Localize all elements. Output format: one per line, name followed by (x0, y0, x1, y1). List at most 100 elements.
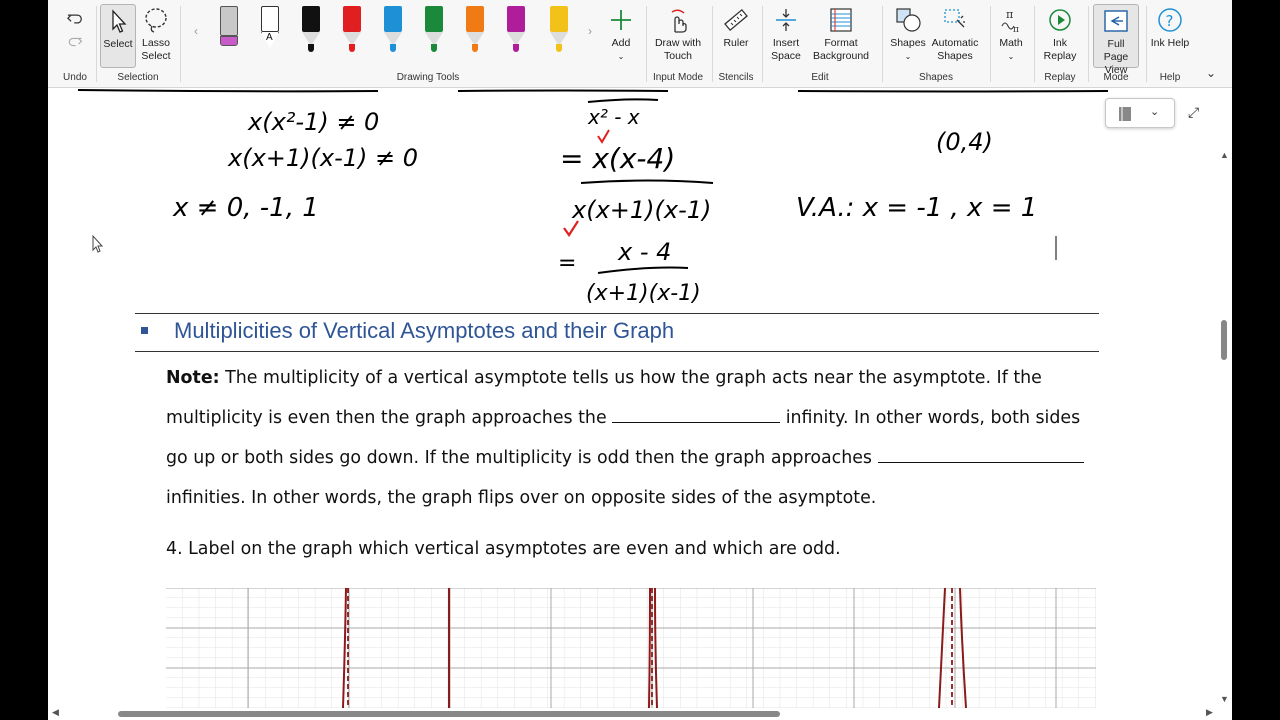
draw-with-touch-button[interactable]: Draw with Touch (650, 4, 706, 63)
select-button[interactable]: Select (100, 4, 136, 68)
orange-pen-tool[interactable] (464, 6, 486, 52)
add-pen-button[interactable]: Add ⌄ (604, 4, 638, 63)
chevron-down-icon: ⌄ (1150, 106, 1160, 118)
asymptote-graph[interactable] (166, 588, 1096, 708)
shapes-button[interactable]: Shapes ⌄ (888, 4, 928, 63)
pens-scroll-right-icon[interactable]: › (588, 24, 592, 38)
ink-hole-point: (0,4) (936, 128, 993, 156)
insert-space-button[interactable]: Insert Space (766, 4, 806, 63)
shapes-label: Shapes (890, 37, 926, 49)
divider (990, 6, 991, 82)
replay-icon (1049, 9, 1071, 31)
ruler-button[interactable]: Ruler (716, 4, 756, 50)
group-label-shapes: Shapes (919, 72, 953, 83)
math-button[interactable]: ππ Math ⌄ (994, 4, 1028, 63)
group-label-undo: Undo (63, 72, 87, 83)
redo-button[interactable] (62, 30, 88, 55)
svg-text:π: π (1006, 8, 1013, 21)
ink-help-label: Ink Help (1150, 37, 1190, 49)
draw-ribbon: Undo Select Lasso Select Selection ‹ A ›… (48, 0, 1232, 88)
vertical-scrollbar[interactable] (1216, 150, 1232, 710)
scroll-right-icon[interactable]: ▶ (1206, 707, 1213, 718)
ink-factor-line-1: x(x²-1) ≠ 0 (247, 108, 379, 136)
group-label-stencils: Stencils (718, 72, 754, 83)
ink-help-button[interactable]: ? Ink Help (1150, 4, 1190, 50)
math-label: Math (999, 37, 1023, 49)
format-background-label: Format Background (812, 37, 870, 62)
note-line-1: The multiplicity of a vertical asymptote… (219, 368, 1042, 388)
divider (1034, 6, 1035, 82)
divider (882, 6, 883, 82)
black-pen-tool[interactable] (300, 6, 322, 52)
green-pen-tool[interactable] (423, 6, 445, 52)
scroll-up-icon[interactable]: ▲ (1220, 150, 1229, 160)
collapse-ribbon-icon[interactable]: ⌄ (1206, 66, 1216, 80)
chevron-down-icon: ⌄ (1007, 52, 1015, 61)
eraser-tool[interactable] (218, 6, 240, 52)
red-check-mark (597, 129, 610, 144)
expand-icon[interactable]: ⤢ (1188, 104, 1199, 121)
red-check-mark (563, 220, 579, 237)
ruler-label: Ruler (723, 37, 749, 49)
window-frame-left (0, 0, 48, 720)
ink-denominator-top: x² - x (587, 105, 640, 129)
divider (96, 6, 97, 82)
handwritten-ink: x(x²-1) ≠ 0 x(x+1)(x-1) ≠ 0 x ≠ 0, -1, 1… (77, 89, 1109, 306)
svg-text:?: ? (1166, 12, 1174, 30)
pens-scroll-left-icon[interactable]: ‹ (194, 24, 198, 38)
note-page[interactable]: x(x²-1) ≠ 0 x(x+1)(x-1) ≠ 0 x ≠ 0, -1, 1… (48, 88, 1216, 708)
ink-factor-line-2: x(x+1)(x-1) ≠ 0 (227, 144, 418, 172)
automatic-shapes-label: Automatic Shapes (931, 37, 979, 62)
purple-pen-tool[interactable] (505, 6, 527, 52)
note-line-4: infinities. In other words, the graph fl… (166, 488, 877, 508)
help-icon: ? (1158, 8, 1182, 32)
full-page-icon (1104, 10, 1128, 32)
horizontal-scroll-thumb[interactable] (118, 711, 780, 717)
note-line-3: go up or both sides go down. If the mult… (166, 448, 878, 468)
question-4: 4. Label on the graph which vertical asy… (166, 539, 841, 559)
ink-replay-label: Ink Replay (1043, 37, 1077, 62)
graph-grid (166, 588, 1096, 708)
group-label-edit: Edit (811, 72, 829, 83)
ink-equals: = (558, 251, 576, 276)
fill-in-blank-1[interactable] (612, 405, 781, 423)
curve-branch (648, 588, 651, 708)
lasso-select-button[interactable]: Lasso Select (138, 4, 174, 63)
group-label-input-mode: Input Mode (652, 72, 704, 83)
ink-vertical-asymptotes: V.A.: x = -1 , x = 1 (796, 193, 1037, 223)
ink-simplified-numerator: = x(x-4) (560, 142, 675, 175)
group-label-selection: Selection (117, 72, 159, 83)
undo-button[interactable] (62, 6, 88, 33)
notebook-menu-button[interactable]: ⌄ (1105, 98, 1175, 128)
divider (1146, 6, 1147, 82)
shapes-icon (896, 8, 921, 32)
format-background-icon (830, 8, 852, 32)
automatic-shapes-icon (944, 9, 965, 28)
blue-pen-tool[interactable] (382, 6, 404, 52)
insert-space-icon (776, 9, 796, 31)
yellow-highlighter-tool[interactable] (548, 6, 570, 52)
section-heading: Multiplicities of Vertical Asymptotes an… (174, 318, 675, 343)
pointer-icon (112, 9, 127, 33)
lasso-select-label: Lasso Select (141, 37, 171, 62)
draw-with-touch-label: Draw with Touch (654, 37, 702, 62)
notebook-icon (1119, 107, 1131, 121)
pencil-tool[interactable]: A (259, 6, 281, 52)
red-pen-tool[interactable] (341, 6, 363, 52)
chevron-down-icon: ⌄ (617, 52, 625, 61)
divider (646, 6, 647, 82)
lasso-icon (145, 8, 167, 33)
vertical-scroll-thumb[interactable] (1221, 320, 1227, 360)
scroll-down-icon[interactable]: ▼ (1220, 694, 1229, 704)
redo-icon (68, 37, 83, 47)
full-page-view-button[interactable]: Full Page View (1093, 4, 1139, 76)
section-bottom-rule (135, 351, 1099, 352)
ink-replay-button[interactable]: Ink Replay (1038, 4, 1082, 63)
fill-in-blank-2[interactable] (877, 445, 1084, 463)
scroll-left-icon[interactable]: ◀ (52, 707, 59, 718)
group-label-mode: Mode (1103, 72, 1129, 83)
format-background-button[interactable]: Format Background (808, 4, 874, 63)
window-frame-right (1232, 0, 1280, 720)
automatic-shapes-button[interactable]: Automatic Shapes (928, 4, 982, 63)
ink-restrictions: x ≠ 0, -1, 1 (172, 193, 319, 223)
